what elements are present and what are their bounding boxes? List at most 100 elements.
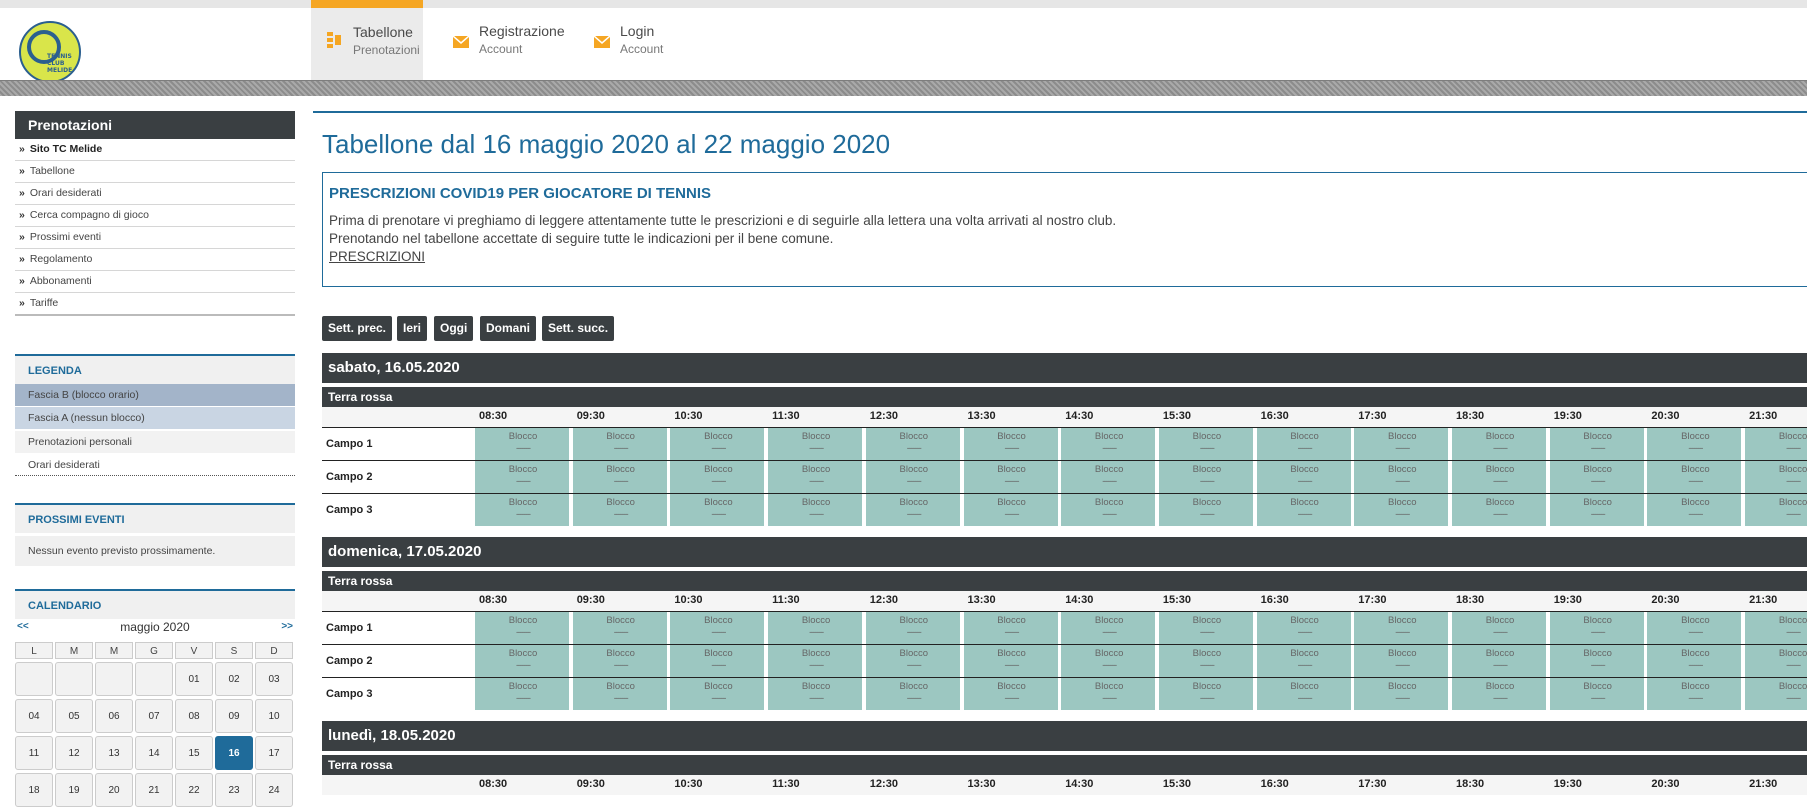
booking-slot[interactable]: Blocco -------	[670, 612, 767, 644]
next-week-button[interactable]: Sett. succ.	[542, 316, 615, 341]
booking-slot[interactable]: Blocco -------	[1256, 645, 1353, 677]
booking-slot[interactable]: Blocco -------	[1549, 678, 1646, 710]
booking-slot[interactable]: Blocco -------	[1549, 494, 1646, 526]
booking-slot[interactable]: Blocco -------	[572, 645, 669, 677]
calendar-day[interactable]: 17	[255, 736, 293, 770]
booking-slot[interactable]: Blocco -------	[1745, 612, 1807, 644]
booking-slot[interactable]: Blocco -------	[1647, 645, 1744, 677]
booking-slot[interactable]: Blocco -------	[1061, 645, 1158, 677]
calendar-day[interactable]: 20	[95, 773, 133, 807]
calendar-day[interactable]: 14	[135, 736, 173, 770]
yesterday-button[interactable]: Ieri	[397, 316, 428, 341]
booking-slot[interactable]: Blocco -------	[1061, 461, 1158, 493]
booking-slot[interactable]: Blocco -------	[963, 428, 1060, 460]
booking-slot[interactable]: Blocco -------	[1745, 645, 1807, 677]
covid-prescrizioni-link[interactable]: PRESCRIZIONI	[329, 249, 425, 264]
booking-slot[interactable]: Blocco -------	[963, 645, 1060, 677]
booking-slot[interactable]: Blocco -------	[572, 428, 669, 460]
booking-slot[interactable]: Blocco -------	[1745, 428, 1807, 460]
nav-registrazione[interactable]: Registrazione Account	[437, 8, 567, 80]
calendar-day[interactable]: 15	[175, 736, 213, 770]
booking-slot[interactable]: Blocco -------	[475, 612, 571, 644]
club-logo[interactable]: TENNIS CLUB MELIDE	[19, 21, 81, 83]
sidebar-item-regolamento[interactable]: » Regolamento	[15, 249, 295, 271]
booking-slot[interactable]: Blocco -------	[1061, 612, 1158, 644]
prev-week-button[interactable]: Sett. prec.	[322, 316, 393, 341]
booking-slot[interactable]: Blocco -------	[1452, 461, 1548, 493]
booking-slot[interactable]: Blocco -------	[1549, 645, 1646, 677]
booking-slot[interactable]: Blocco -------	[1158, 428, 1255, 460]
calendar-day[interactable]: 04	[15, 699, 53, 733]
calendar-day[interactable]: 03	[255, 662, 293, 696]
calendar-day[interactable]: 16	[215, 736, 253, 770]
booking-slot[interactable]: Blocco -------	[1647, 612, 1744, 644]
booking-slot[interactable]: Blocco -------	[1354, 494, 1451, 526]
booking-slot[interactable]: Blocco -------	[865, 494, 962, 526]
today-button[interactable]: Oggi	[434, 316, 474, 341]
booking-slot[interactable]: Blocco -------	[1549, 612, 1646, 644]
booking-slot[interactable]: Blocco -------	[475, 428, 571, 460]
calendar-day[interactable]: 13	[95, 736, 133, 770]
calendar-day[interactable]: 08	[175, 699, 213, 733]
booking-slot[interactable]: Blocco -------	[768, 645, 865, 677]
sidebar-item-tabellone[interactable]: » Tabellone	[15, 161, 295, 183]
booking-slot[interactable]: Blocco -------	[1256, 678, 1353, 710]
booking-slot[interactable]: Blocco -------	[963, 461, 1060, 493]
booking-slot[interactable]: Blocco -------	[670, 645, 767, 677]
booking-slot[interactable]: Blocco -------	[572, 612, 669, 644]
calendar-day[interactable]: 05	[55, 699, 93, 733]
booking-slot[interactable]: Blocco -------	[670, 461, 767, 493]
booking-slot[interactable]: Blocco -------	[1745, 494, 1807, 526]
booking-slot[interactable]: Blocco -------	[1158, 494, 1255, 526]
calendar-day[interactable]: 06	[95, 699, 133, 733]
booking-slot[interactable]: Blocco -------	[1745, 678, 1807, 710]
booking-slot[interactable]: Blocco -------	[1256, 461, 1353, 493]
booking-slot[interactable]: Blocco -------	[1354, 678, 1451, 710]
sidebar-item-orari[interactable]: » Orari desiderati	[15, 183, 295, 205]
booking-slot[interactable]: Blocco -------	[963, 494, 1060, 526]
booking-slot[interactable]: Blocco -------	[865, 461, 962, 493]
nav-tabellone[interactable]: Tabellone Prenotazioni	[311, 0, 423, 80]
booking-slot[interactable]: Blocco -------	[475, 678, 571, 710]
booking-slot[interactable]: Blocco -------	[670, 428, 767, 460]
calendar-day[interactable]: 23	[215, 773, 253, 807]
booking-slot[interactable]: Blocco -------	[1061, 494, 1158, 526]
booking-slot[interactable]: Blocco -------	[1452, 645, 1548, 677]
booking-slot[interactable]: Blocco -------	[572, 494, 669, 526]
calendar-day[interactable]: 09	[215, 699, 253, 733]
booking-slot[interactable]: Blocco -------	[865, 645, 962, 677]
booking-slot[interactable]: Blocco -------	[1745, 461, 1807, 493]
booking-slot[interactable]: Blocco -------	[1354, 612, 1451, 644]
sidebar-item-abbonamenti[interactable]: » Abbonamenti	[15, 271, 295, 293]
sidebar-item-tariffe[interactable]: » Tariffe	[15, 293, 295, 316]
booking-slot[interactable]: Blocco -------	[1647, 494, 1744, 526]
booking-slot[interactable]: Blocco -------	[768, 461, 865, 493]
booking-slot[interactable]: Blocco -------	[670, 494, 767, 526]
booking-slot[interactable]: Blocco -------	[768, 428, 865, 460]
calendar-day[interactable]: 02	[215, 662, 253, 696]
booking-slot[interactable]: Blocco -------	[1158, 461, 1255, 493]
booking-slot[interactable]: Blocco -------	[1354, 645, 1451, 677]
tomorrow-button[interactable]: Domani	[480, 316, 537, 341]
calendar-day[interactable]: 10	[255, 699, 293, 733]
booking-slot[interactable]: Blocco -------	[1256, 612, 1353, 644]
calendar-day[interactable]: 22	[175, 773, 213, 807]
sidebar-item-eventi[interactable]: » Prossimi eventi	[15, 227, 295, 249]
booking-slot[interactable]: Blocco -------	[572, 461, 669, 493]
calendar-day[interactable]: 18	[15, 773, 53, 807]
booking-slot[interactable]: Blocco -------	[1158, 678, 1255, 710]
calendar-day[interactable]: 19	[55, 773, 93, 807]
booking-slot[interactable]: Blocco -------	[768, 678, 865, 710]
booking-slot[interactable]: Blocco -------	[1158, 645, 1255, 677]
booking-slot[interactable]: Blocco -------	[768, 494, 865, 526]
calendar-next-button[interactable]: >>	[281, 617, 293, 637]
booking-slot[interactable]: Blocco -------	[1452, 428, 1548, 460]
booking-slot[interactable]: Blocco -------	[1452, 612, 1548, 644]
booking-slot[interactable]: Blocco -------	[475, 461, 571, 493]
sidebar-item-compagno[interactable]: » Cerca compagno di gioco	[15, 205, 295, 227]
booking-slot[interactable]: Blocco -------	[1452, 678, 1548, 710]
calendar-day[interactable]: 01	[175, 662, 213, 696]
booking-slot[interactable]: Blocco -------	[1647, 428, 1744, 460]
booking-slot[interactable]: Blocco -------	[670, 678, 767, 710]
nav-login[interactable]: Login Account	[578, 8, 668, 80]
